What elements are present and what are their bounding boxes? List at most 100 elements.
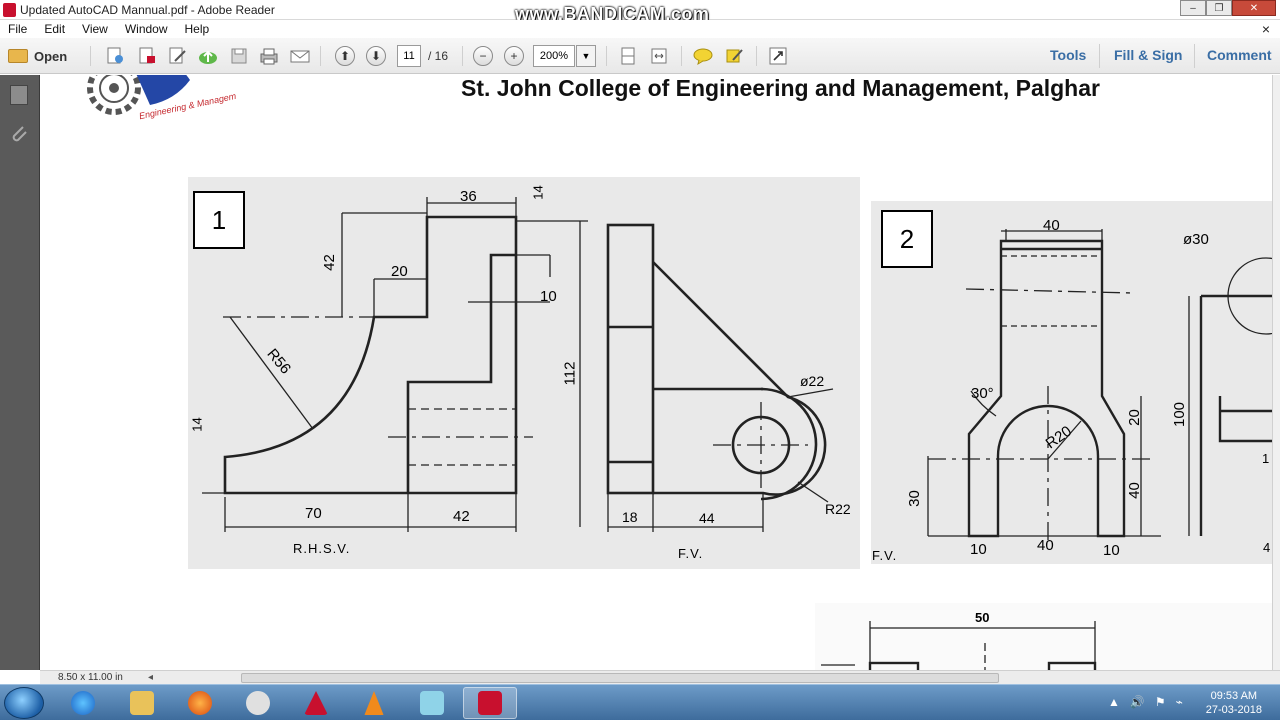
maximize-button[interactable]: ❐ [1206, 0, 1232, 16]
dim-40-bottom: 40 [1037, 537, 1054, 554]
dim-42-vertical: 42 [320, 254, 338, 271]
dim-112: 112 [561, 361, 579, 386]
angle-30: 30° [971, 385, 994, 402]
firefox-icon[interactable] [173, 687, 227, 719]
page-number-input[interactable]: 11 [397, 45, 421, 67]
notes-app-icon[interactable] [405, 687, 459, 719]
previous-page-icon[interactable]: ⬆ [334, 45, 356, 67]
menu-help[interactable]: Help [185, 20, 210, 38]
zoom-out-icon[interactable]: − [472, 45, 494, 67]
zoom-in-icon[interactable]: + [503, 45, 525, 67]
minimize-button[interactable]: – [1180, 0, 1206, 16]
network-icon[interactable]: ⚑ [1155, 695, 1166, 709]
menu-view[interactable]: View [82, 20, 108, 38]
document-view[interactable]: Engineering & Managem St. John College o… [40, 75, 1272, 670]
dim-20: 20 [391, 263, 408, 280]
zoom-level-input[interactable]: 200% [533, 45, 575, 67]
fill-sign-tab[interactable]: Fill & Sign [1114, 47, 1182, 63]
dim-18: 18 [622, 509, 638, 525]
navigation-pane [0, 75, 40, 670]
internet-explorer-icon[interactable] [56, 687, 110, 719]
dim-10: 10 [540, 288, 557, 305]
dim-10-right: 10 [1103, 542, 1120, 559]
next-page-icon[interactable]: ⬇ [365, 45, 387, 67]
show-hidden-icons[interactable]: ▲ [1108, 695, 1120, 709]
title-bar: Updated AutoCAD Mannual.pdf - Adobe Read… [0, 0, 1280, 24]
taskbar: ▲ 🔊 ⚑ ⌁ 09:53 AM 27-03-2018 [0, 684, 1280, 720]
start-button[interactable] [4, 687, 44, 719]
toolbar-separator [320, 46, 321, 66]
view-label-fv: F.V. [678, 546, 704, 561]
fit-width-icon[interactable] [648, 45, 670, 67]
comment-tab[interactable]: Comment [1207, 47, 1272, 63]
page-thumbnails-icon[interactable] [10, 85, 28, 105]
page-total-label: / 16 [428, 49, 449, 63]
upload-cloud-icon[interactable] [197, 45, 219, 67]
print-icon[interactable] [258, 45, 280, 67]
menu-file[interactable]: File [8, 20, 27, 38]
dim-1-partial: 1 [1262, 451, 1270, 466]
open-button[interactable]: Open [8, 46, 67, 66]
toolbar-separator [1194, 44, 1195, 68]
adobe-reader-icon [3, 3, 16, 17]
dim-100: 100 [1171, 401, 1189, 428]
fit-page-icon[interactable] [617, 45, 639, 67]
email-icon[interactable] [289, 45, 311, 67]
dim-36: 36 [460, 188, 477, 205]
close-button[interactable]: ✕ [1232, 0, 1276, 16]
window-title: Updated AutoCAD Mannual.pdf - Adobe Read… [20, 3, 275, 17]
menu-window[interactable]: Window [125, 20, 168, 38]
view-label-fv: F.V. [872, 548, 898, 563]
highlight-icon[interactable] [723, 45, 745, 67]
system-clock[interactable]: 09:53 AM 27-03-2018 [1206, 689, 1262, 717]
open-label: Open [34, 48, 68, 64]
attachments-icon[interactable] [8, 123, 30, 145]
dim-40-right: 40 [1125, 482, 1143, 499]
dim-14-left: 14 [189, 417, 205, 432]
document-close-button[interactable]: × [1262, 20, 1270, 38]
save-icon[interactable] [228, 45, 250, 67]
tools-tab[interactable]: Tools [1050, 47, 1086, 63]
export-pdf-icon[interactable] [136, 45, 158, 67]
adobe-reader-task-icon[interactable] [463, 687, 517, 719]
sticky-note-icon[interactable] [692, 45, 714, 67]
dim-50: 50 [975, 610, 990, 625]
folder-icon [8, 49, 28, 63]
file-explorer-icon[interactable] [115, 687, 169, 719]
expand-fullscreen-icon[interactable] [767, 45, 789, 67]
power-icon[interactable]: ⌁ [1176, 695, 1183, 709]
college-title: St. John College of Engineering and Mana… [461, 75, 1100, 101]
scroll-left-icon[interactable]: ◂ [148, 671, 153, 685]
clock-date: 27-03-2018 [1205, 704, 1262, 716]
dim-14-top: 14 [530, 185, 546, 200]
menu-bar: File Edit View Window Help [0, 20, 1280, 38]
vlc-icon[interactable] [347, 687, 401, 719]
dim-70: 70 [305, 505, 322, 522]
dim-30: 30 [905, 490, 923, 507]
dim-4-partial: 4 [1263, 540, 1271, 555]
diameter-22: ø22 [800, 373, 825, 389]
autocad-icon[interactable] [289, 687, 343, 719]
toolbar-separator [1099, 44, 1100, 68]
toolbar: Open ⬆ ⬇ − + [0, 38, 1280, 74]
drawing-figure-2: 2 40 ø30 30° R20 20 100 30 40 10 40 10 F… [871, 201, 1272, 564]
dim-20: 20 [1125, 409, 1143, 426]
diameter-30: ø30 [1183, 231, 1209, 248]
page-size-label: 8.50 x 11.00 in [58, 672, 123, 683]
system-tray: ▲ 🔊 ⚑ ⌁ [1108, 695, 1183, 709]
toolbar-separator [90, 46, 91, 66]
zoom-dropdown-button[interactable]: ▼ [576, 45, 596, 67]
figure-1-drawing [202, 197, 834, 532]
clock-time: 09:53 AM [1210, 690, 1258, 702]
create-pdf-icon[interactable] [104, 45, 126, 67]
horizontal-scrollbar[interactable] [241, 673, 999, 683]
status-bar: 8.50 x 11.00 in ◂ [40, 670, 1280, 684]
edit-pdf-icon[interactable] [166, 45, 188, 67]
dim-44: 44 [699, 510, 715, 526]
figure-2-drawing [927, 229, 1272, 546]
menu-edit[interactable]: Edit [44, 20, 65, 38]
vertical-scrollbar[interactable] [1272, 75, 1280, 670]
snipping-tool-icon[interactable] [231, 687, 285, 719]
volume-icon[interactable]: 🔊 [1130, 695, 1145, 709]
toolbar-separator [462, 46, 463, 66]
